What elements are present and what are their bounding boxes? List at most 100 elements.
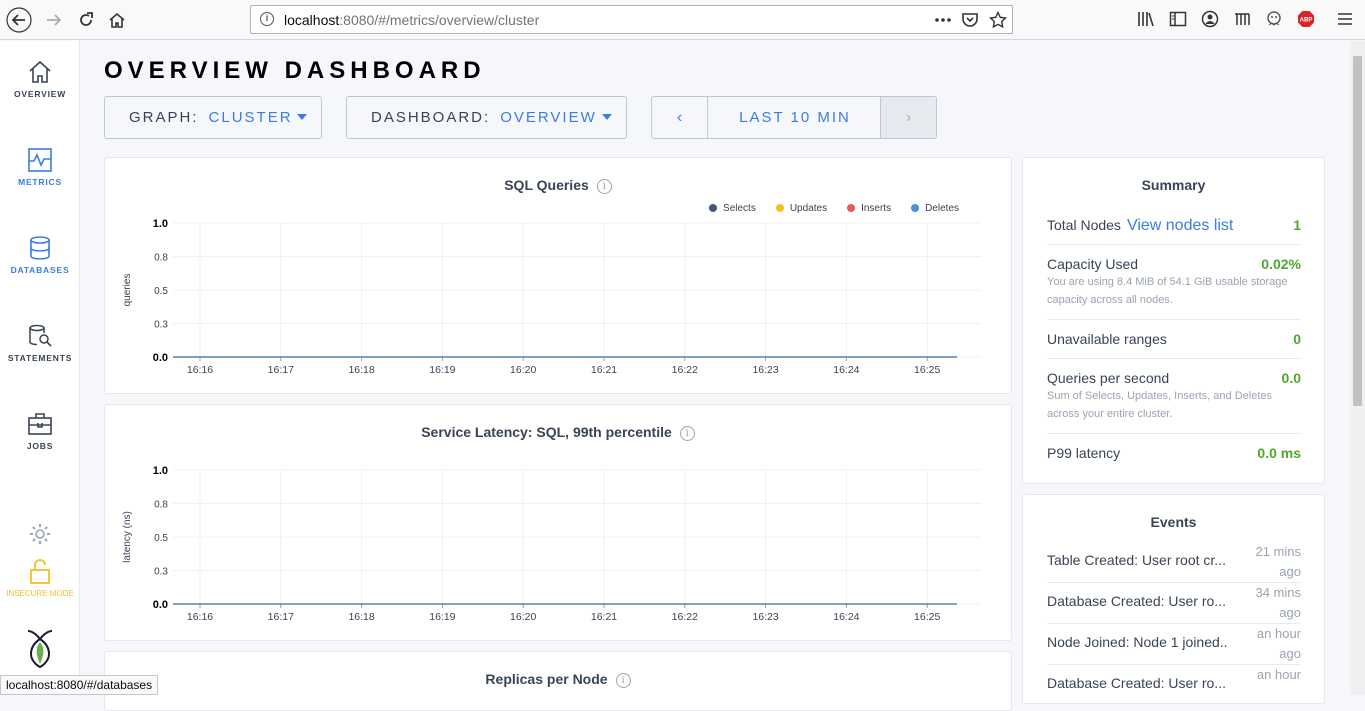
graph-dropdown-key: GRAPH: — [129, 109, 199, 126]
event-time-line1: 34 mins — [1255, 585, 1301, 600]
event-item[interactable]: Table Created: User root cr... 21 mins ag… — [1047, 542, 1301, 583]
x-tick-label: 16:25 — [914, 611, 940, 623]
x-tick-label: 16:23 — [752, 611, 778, 623]
more-actions-icon[interactable] — [934, 13, 952, 27]
y-tick-label: 0.3 — [154, 567, 168, 578]
x-tick-label: 16:18 — [348, 364, 374, 376]
ghost-extension-icon[interactable] — [1265, 10, 1283, 28]
scrollbar-thumb[interactable] — [1353, 56, 1362, 406]
insecure-mode-label: INSECURE MODE — [6, 589, 74, 598]
back-button[interactable] — [5, 6, 33, 34]
x-tick-label: 16:21 — [591, 611, 617, 623]
status-bar-url: localhost:8080/#/databases — [0, 675, 159, 695]
y-tick-label: 0.5 — [154, 286, 168, 297]
view-nodes-link[interactable]: View nodes list — [1127, 217, 1233, 234]
events-panel: Events Table Created: User root cr... 21… — [1022, 494, 1325, 704]
y-axis-label: latency (ns) — [122, 511, 133, 563]
adblock-icon[interactable]: ABP — [1297, 10, 1315, 28]
time-next-button[interactable]: › — [880, 97, 936, 138]
x-tick-label: 16:24 — [833, 611, 859, 623]
dashboard-dropdown-value: OVERVIEW — [500, 109, 597, 126]
x-tick-label: 16:21 — [591, 364, 617, 376]
chart-title-row: Replicas per Node i — [105, 671, 1011, 688]
star-bookmark-icon[interactable] — [989, 11, 1007, 29]
event-time-line2: ago — [1279, 564, 1301, 579]
y-tick-label: 1.0 — [153, 218, 168, 230]
summary-row-capacity: Capacity Used 0.02% You are using 8.4 Mi… — [1047, 256, 1301, 320]
pocket-icon[interactable] — [961, 11, 979, 29]
sidebar-label-jobs: JOBS — [26, 441, 54, 451]
summary-description: Sum of Selects, Updates, Inserts, and De… — [1047, 390, 1273, 420]
info-icon[interactable]: i — [260, 12, 274, 26]
metrics-icon — [28, 148, 52, 172]
sidebar-toggle-icon[interactable] — [1169, 10, 1187, 28]
x-tick-label: 16:20 — [510, 364, 536, 376]
reload-icon — [80, 12, 93, 26]
event-text: Database Created: User ro... — [1047, 593, 1226, 609]
chart-title: Replicas per Node — [485, 671, 608, 687]
reload-button[interactable] — [72, 6, 100, 34]
y-tick-label: 0.8 — [154, 500, 168, 511]
sidebar-item-databases[interactable]: DATABASES — [0, 235, 80, 275]
x-tick-label: 16:22 — [672, 611, 698, 623]
sidebar-item-jobs[interactable]: JOBS — [0, 411, 80, 451]
summary-label: Queries per second — [1047, 370, 1170, 386]
database-icon — [30, 236, 50, 260]
back-arrow-icon — [6, 7, 32, 33]
hamburger-menu-icon[interactable] — [1337, 10, 1353, 28]
sidebar-item-metrics[interactable]: METRICS — [0, 147, 80, 187]
event-item[interactable]: Database Created: User ro... 34 mins ago — [1047, 583, 1301, 624]
info-icon[interactable]: i — [615, 673, 631, 688]
url-text[interactable]: localhost:8080/#/metrics/overview/cluste… — [284, 12, 539, 28]
y-tick-label: 1.0 — [153, 465, 168, 477]
event-time: an hour ago — [1241, 624, 1301, 664]
latency-chart-card: Service Latency: SQL, 99th percentile i 1… — [104, 404, 1012, 641]
event-time-line1: 21 mins — [1255, 544, 1301, 559]
time-prev-button[interactable]: ‹ — [652, 97, 708, 138]
event-time: 21 mins ago — [1241, 542, 1301, 582]
time-range-label[interactable]: LAST 10 MIN — [709, 97, 881, 138]
event-item[interactable]: Node Joined: Node 1 joined... an hour ago — [1047, 624, 1301, 665]
dashboard-dropdown[interactable]: DASHBOARD: OVERVIEW — [346, 96, 627, 139]
home-button[interactable] — [103, 6, 131, 34]
url-host: localhost — [284, 12, 340, 28]
graph-dropdown-value: CLUSTER — [208, 109, 293, 126]
summary-label: P99 latency — [1047, 445, 1121, 461]
sidebar-item-overview[interactable]: OVERVIEW — [0, 59, 80, 99]
insecure-mode-indicator[interactable]: INSECURE MODE — [0, 559, 80, 598]
event-text: Table Created: User root cr... — [1047, 552, 1226, 568]
y-tick-label: 0.5 — [154, 533, 168, 544]
page-scrollbar[interactable] — [1350, 41, 1365, 695]
forward-arrow-icon — [47, 14, 62, 26]
event-time: an hour — [1241, 665, 1301, 685]
y-axis-label: queries — [122, 274, 133, 307]
unlocked-padlock-icon — [30, 559, 50, 584]
browser-toolbar: i localhost:8080/#/metrics/overview/clus… — [0, 0, 1365, 40]
sidebar-item-statements[interactable]: STATEMENTS — [0, 323, 80, 363]
account-icon[interactable] — [1201, 10, 1219, 28]
graph-dropdown[interactable]: GRAPH: CLUSTER — [104, 96, 322, 139]
summary-value: 0.02% — [1261, 256, 1301, 272]
forward-button[interactable] — [40, 6, 68, 34]
chevron-down-icon — [297, 114, 307, 120]
url-path: :8080/#/metrics/overview/cluster — [339, 12, 540, 28]
replicas-chart-card: Replicas per Node i — [104, 651, 1012, 711]
page-title: OVERVIEW DASHBOARD — [104, 57, 486, 84]
summary-value: 0 — [1293, 331, 1301, 347]
extension-icon[interactable] — [1233, 10, 1251, 28]
sidebar: OVERVIEW METRICS DATABASES STATEMENTS JO… — [0, 41, 80, 695]
jobs-icon — [28, 413, 52, 435]
sql-queries-chart-card: SQL Queries i Selects Updates Inserts Del… — [104, 157, 1012, 394]
sql-queries-chart: 1.0 0.8 0.5 0.3 0.0 queries 16:16 16:17 16:18 16:… — [122, 218, 981, 376]
chevron-down-icon — [602, 114, 612, 120]
url-bar[interactable]: i localhost:8080/#/metrics/overview/clus… — [250, 5, 1013, 34]
library-icon[interactable] — [1137, 10, 1155, 28]
sidebar-label-overview: OVERVIEW — [13, 89, 67, 99]
x-tick-label: 16:16 — [187, 611, 213, 623]
event-item[interactable]: Database Created: User ro... an hour — [1047, 665, 1301, 706]
settings-item[interactable] — [0, 522, 80, 546]
y-tick-label: 0.3 — [154, 320, 168, 331]
event-text: Database Created: User ro... — [1047, 675, 1226, 691]
event-time-line1: an hour — [1256, 667, 1301, 682]
cockroach-logo[interactable] — [0, 628, 80, 668]
